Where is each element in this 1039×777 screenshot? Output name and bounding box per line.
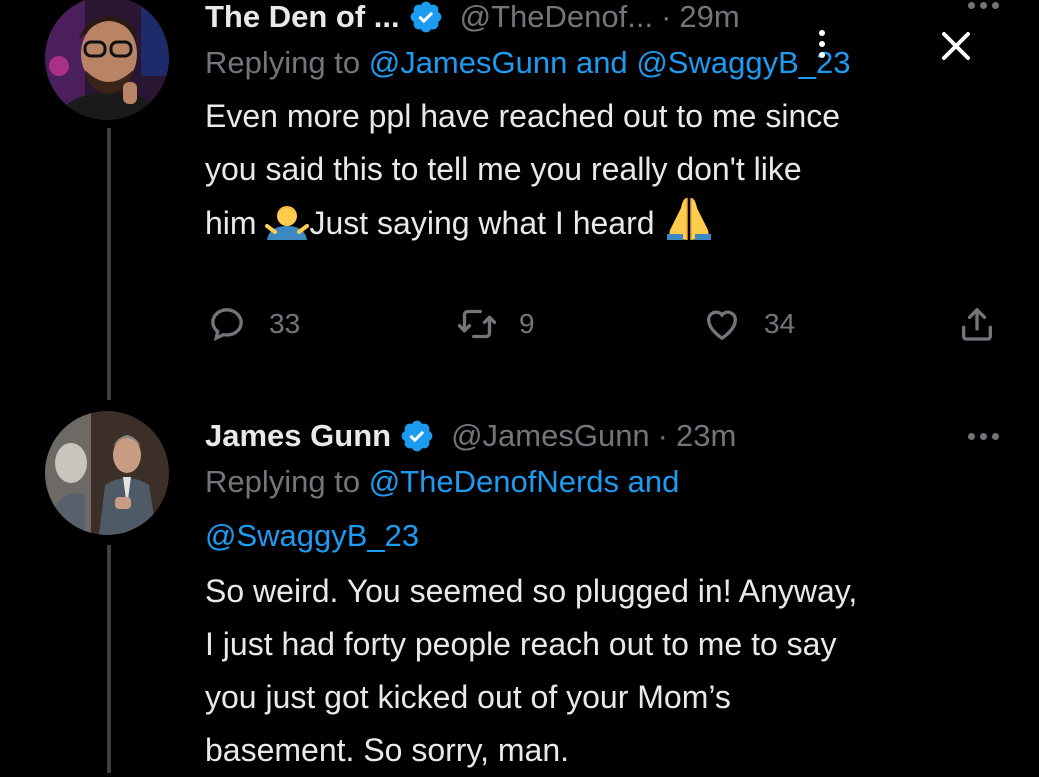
tweet-text-fragment: Just saying what I heard bbox=[309, 205, 655, 241]
timestamp[interactable]: 29m bbox=[679, 0, 739, 36]
tweet-text-line: Even more ppl have reached out to me sin… bbox=[205, 98, 841, 134]
retweet-button[interactable]: 9 bbox=[455, 304, 535, 344]
tweet-text-line: I just had forty people reach out to me … bbox=[205, 626, 837, 662]
tweet-text-line: you said this to tell me you really don'… bbox=[205, 151, 802, 187]
display-name[interactable]: James Gunn bbox=[205, 417, 391, 455]
reply-icon bbox=[211, 308, 243, 342]
like-count: 34 bbox=[764, 308, 796, 339]
replying-to-label: Replying to bbox=[205, 464, 361, 499]
avatar-james-gunn[interactable] bbox=[45, 411, 169, 535]
handle[interactable]: @TheDenof... bbox=[460, 0, 653, 36]
tweet-text-line: basement. So sorry, man. bbox=[205, 732, 569, 768]
mention-link[interactable]: @TheDenofNerds bbox=[369, 464, 619, 499]
avatar-the-den-of-nerds[interactable] bbox=[45, 0, 169, 120]
timestamp[interactable]: 23m bbox=[676, 417, 736, 455]
display-name[interactable]: The Den of ... bbox=[205, 0, 400, 36]
separator-dot: · bbox=[657, 418, 668, 453]
tweet-text-line: him Just saying what I heard bbox=[205, 196, 999, 256]
retweet-count: 9 bbox=[519, 308, 535, 339]
like-button[interactable]: 34 bbox=[700, 304, 795, 344]
reply-button[interactable]: 33 bbox=[205, 304, 300, 344]
replying-to: Replying to @JamesGunn and @SwaggyB_23 bbox=[205, 36, 999, 90]
tweet-text: So weird. You seemed so plugged in! Anyw… bbox=[205, 565, 999, 777]
tweet-1-actions: 33 9 34 bbox=[205, 304, 997, 346]
verified-badge-icon bbox=[399, 418, 435, 454]
thread-connector bbox=[107, 545, 111, 773]
tweet-1-header: The Den of ... @TheDenof... · 29m bbox=[205, 0, 999, 36]
replying-to-label: Replying to bbox=[205, 45, 361, 80]
close-icon[interactable] bbox=[940, 30, 972, 67]
handle[interactable]: @JamesGunn bbox=[451, 417, 650, 455]
tweet-text-fragment: him bbox=[205, 205, 257, 241]
folded-hands-emoji-icon bbox=[663, 196, 715, 256]
tweet-text-line: So weird. You seemed so plugged in! Anyw… bbox=[205, 573, 858, 609]
tweet-text-line: you just got kicked out of your Mom’s bbox=[205, 679, 731, 715]
more-horizontal-icon[interactable] bbox=[968, 433, 999, 440]
tweet-text: Even more ppl have reached out to me sin… bbox=[205, 90, 999, 256]
thread-connector bbox=[107, 128, 111, 400]
verified-badge-icon bbox=[408, 0, 444, 35]
share-icon bbox=[962, 308, 992, 341]
tweet-2-header: James Gunn @JamesGunn · 23m bbox=[205, 417, 999, 455]
mention-link[interactable]: @SwaggyB_23 bbox=[205, 518, 419, 553]
reply-count: 33 bbox=[269, 308, 301, 339]
more-horizontal-icon[interactable] bbox=[968, 2, 999, 9]
share-button[interactable] bbox=[957, 304, 1017, 344]
replying-to-and: and bbox=[627, 464, 680, 499]
replying-to-and: and bbox=[575, 45, 628, 80]
heart-icon bbox=[706, 310, 738, 341]
tweet-1[interactable]: The Den of ... @TheDenof... · 29m Replyi… bbox=[205, 0, 999, 256]
retweet-icon bbox=[457, 309, 497, 339]
replying-to: Replying to @TheDenofNerds and @SwaggyB_… bbox=[205, 455, 999, 563]
separator-dot: · bbox=[661, 0, 672, 34]
tweet-2[interactable]: James Gunn @JamesGunn · 23m Replying to … bbox=[205, 417, 999, 777]
person-shrugging-emoji-icon bbox=[265, 203, 310, 256]
more-vertical-icon[interactable] bbox=[819, 30, 825, 58]
mention-link[interactable]: @JamesGunn bbox=[369, 45, 568, 80]
